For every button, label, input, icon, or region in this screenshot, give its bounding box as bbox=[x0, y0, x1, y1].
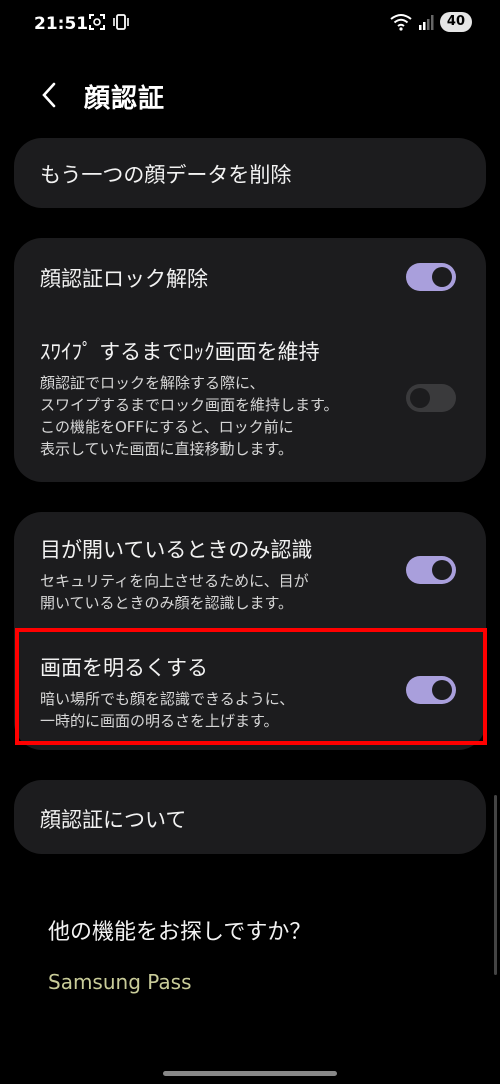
keep-lock-desc-2: スワイプするまでロック画面を維持します。 bbox=[40, 396, 339, 414]
eyes-open-desc-1: セキュリティを向上させるために、目が bbox=[40, 572, 309, 590]
keep-lock-desc-4: 表示していた画面に直接移動します。 bbox=[40, 440, 294, 458]
keep-lock-screen-row[interactable]: ｽﾜｲﾌﾟ するまでﾛｯｸ画面を維持 顔認証でロックを解除する際に、 スワイプす… bbox=[14, 318, 486, 460]
delete-face-card[interactable]: もう一つの顔データを削除 bbox=[14, 138, 486, 208]
signal-icon bbox=[418, 15, 434, 30]
face-scan-icon bbox=[89, 14, 105, 30]
vibrate-icon bbox=[113, 14, 129, 30]
recognition-card: 目が開いているときのみ認識 セキュリティを向上させるために、目が 開いているとき… bbox=[14, 512, 486, 750]
scrollbar[interactable] bbox=[494, 795, 497, 975]
about-face-label: 顔認証について bbox=[40, 808, 187, 832]
status-bar: 21:51 40 bbox=[0, 0, 500, 50]
samsung-pass-link[interactable]: Samsung Pass bbox=[48, 970, 192, 994]
battery-icon: 40 bbox=[439, 12, 472, 32]
keep-lock-screen-toggle[interactable] bbox=[406, 384, 456, 412]
delete-face-label: もう一つの顔データを削除 bbox=[40, 163, 292, 187]
back-button[interactable] bbox=[34, 78, 68, 112]
eyes-open-desc-2: 開いているときのみ顔を認識します。 bbox=[40, 594, 294, 612]
about-face-card[interactable]: 顔認証について bbox=[14, 780, 486, 854]
more-features-title: 他の機能をお探しですか？ bbox=[48, 920, 312, 945]
face-unlock-row[interactable]: 顔認証ロック解除 bbox=[14, 238, 486, 318]
lock-settings-card: 顔認証ロック解除 ｽﾜｲﾌﾟ するまでﾛｯｸ画面を維持 顔認証でロックを解除する… bbox=[14, 238, 486, 482]
page-title: 顔認証 bbox=[84, 84, 166, 114]
keep-lock-desc-1: 顔認証でロックを解除する際に、 bbox=[40, 374, 265, 392]
brighten-desc-1: 暗い場所でも顔を認識できるように、 bbox=[40, 690, 295, 708]
brighten-screen-row[interactable]: 画面を明るくする 暗い場所でも顔を認識できるように、 一時的に画面の明るさを上げ… bbox=[14, 630, 486, 750]
status-time: 21:51 bbox=[34, 14, 89, 34]
chevron-left-icon bbox=[42, 82, 56, 108]
face-unlock-toggle[interactable] bbox=[406, 263, 456, 291]
keep-lock-screen-label: ｽﾜｲﾌﾟ するまでﾛｯｸ画面を維持 bbox=[40, 340, 320, 364]
nav-handle[interactable] bbox=[163, 1071, 337, 1076]
header: 顔認証 bbox=[0, 70, 500, 120]
eyes-open-toggle[interactable] bbox=[406, 556, 456, 584]
brighten-desc-2: 一時的に画面の明るさを上げます。 bbox=[40, 712, 279, 730]
eyes-open-row[interactable]: 目が開いているときのみ認識 セキュリティを向上させるために、目が 開いているとき… bbox=[14, 512, 486, 630]
wifi-icon bbox=[390, 14, 412, 31]
keep-lock-desc-3: この機能をOFFにすると、ロック前に bbox=[40, 418, 294, 436]
face-unlock-label: 顔認証ロック解除 bbox=[40, 267, 208, 291]
brighten-screen-toggle[interactable] bbox=[406, 676, 456, 704]
brighten-screen-label: 画面を明るくする bbox=[40, 656, 208, 680]
eyes-open-label: 目が開いているときのみ認識 bbox=[40, 538, 313, 562]
